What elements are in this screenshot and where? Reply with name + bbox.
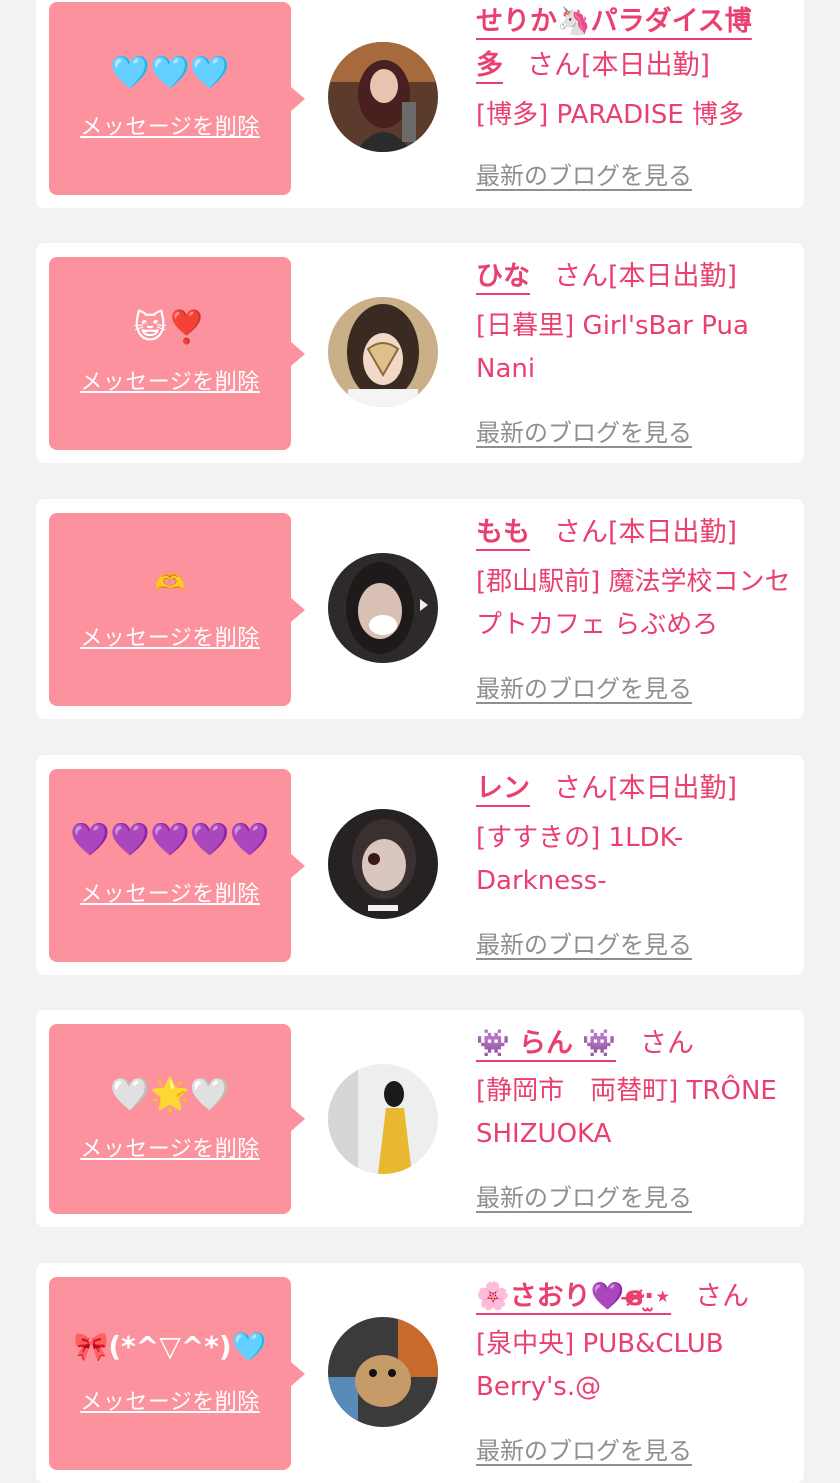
- latest-blog-link[interactable]: 最新のブログを見る: [476, 413, 692, 448]
- shop-name: [泉中央] PUB&CLUB Berry's.@: [476, 1329, 724, 1402]
- favorite-card: 💜💜💜💜💜 メッセージを削除 レン さん[本日出勤] [すすきの] 1LDK-Da…: [36, 755, 804, 975]
- latest-blog-link[interactable]: 最新のブログを見る: [476, 156, 692, 191]
- shop-name: [郡山駅前] 魔法学校コンセプトカフェ らぶめろ: [476, 567, 791, 640]
- avatar[interactable]: [328, 1064, 438, 1174]
- latest-blog-link[interactable]: 最新のブログを見る: [476, 669, 692, 704]
- cast-name-link[interactable]: もも: [476, 517, 530, 548]
- cast-info: 🌸さおり💜ɞ̴̶̷·̫⋆ さん [泉中央] PUB&CLUB Berry's.@: [476, 1275, 796, 1409]
- work-status: [本日出勤]: [608, 773, 738, 804]
- message-emoji: 🤍🌟🤍: [110, 1075, 230, 1113]
- name-suffix: さん: [527, 50, 581, 81]
- avatar[interactable]: [328, 297, 438, 407]
- avatar-photo: [328, 297, 438, 407]
- name-suffix: さん: [554, 773, 608, 804]
- avatar[interactable]: [328, 809, 438, 919]
- favorite-card: 🫶 メッセージを削除 もも さん[本日出勤] [郡山駅前] 魔法学校コンセプトカフ…: [36, 499, 804, 719]
- name-suffix: さん: [695, 1281, 750, 1312]
- name-suffix: さん: [554, 261, 608, 292]
- delete-message-link[interactable]: メッセージを削除: [49, 1384, 291, 1416]
- avatar[interactable]: [328, 42, 438, 152]
- cast-info: ひな さん[本日出勤] [日暮里] Girl'sBar Pua Nani: [476, 255, 796, 391]
- message-bubble: 😺❣️ メッセージを削除: [49, 257, 305, 450]
- avatar[interactable]: [328, 553, 438, 663]
- avatar-photo: [328, 1317, 438, 1427]
- favorite-card: 🎀(*^▽^*)🩵 メッセージを削除 🌸さおり💜ɞ̴̶̷·̫⋆ さん [泉中央] …: [36, 1263, 804, 1483]
- message-emoji: 🩵🩵🩵: [110, 53, 230, 91]
- message-bubble: 🩵🩵🩵 メッセージを削除: [49, 2, 305, 195]
- cast-info: 👾 らん 👾 さん [静岡市 両替町] TRÔNE SHIZUOKA: [476, 1022, 796, 1156]
- message-emoji: 💜💜💜💜💜: [70, 820, 270, 858]
- shop-name: [すすきの] 1LDK-Darkness-: [476, 823, 684, 896]
- latest-blog-link[interactable]: 最新のブログを見る: [476, 1431, 692, 1466]
- shop-name: [博多] PARADISE 博多: [476, 100, 745, 130]
- avatar-photo: [328, 553, 438, 663]
- favorite-card: 🤍🌟🤍 メッセージを削除 👾 らん 👾 さん [静岡市 両替町] TRÔNE SH…: [36, 1010, 804, 1227]
- work-status: [本日出勤]: [608, 517, 738, 548]
- cast-info: もも さん[本日出勤] [郡山駅前] 魔法学校コンセプトカフェ らぶめろ: [476, 511, 796, 647]
- avatar[interactable]: [328, 1317, 438, 1427]
- delete-message-link[interactable]: メッセージを削除: [49, 876, 291, 908]
- name-suffix: さん: [640, 1028, 695, 1059]
- message-bubble: 🤍🌟🤍 メッセージを削除: [49, 1024, 305, 1214]
- work-status: [本日出勤]: [581, 50, 711, 81]
- cast-info: レン さん[本日出勤] [すすきの] 1LDK-Darkness-: [476, 767, 796, 903]
- message-emoji: 🎀(*^▽^*)🩵: [73, 1330, 267, 1363]
- avatar-photo: [328, 1064, 438, 1174]
- shop-name: [日暮里] Girl'sBar Pua Nani: [476, 311, 749, 384]
- cast-name-link[interactable]: レン: [476, 773, 530, 804]
- latest-blog-link[interactable]: 最新のブログを見る: [476, 1178, 692, 1213]
- message-bubble: 🫶 メッセージを削除: [49, 513, 305, 706]
- message-emoji: 🫶: [155, 569, 185, 597]
- message-bubble: 🎀(*^▽^*)🩵 メッセージを削除: [49, 1277, 305, 1470]
- favorite-card: 🩵🩵🩵 メッセージを削除 せりか🦄パラダイス博多 さん[本日出勤] [博多] PA…: [36, 0, 804, 208]
- message-bubble: 💜💜💜💜💜 メッセージを削除: [49, 769, 305, 962]
- cast-name-link[interactable]: 👾 らん 👾: [476, 1028, 616, 1059]
- name-suffix: さん: [554, 517, 608, 548]
- shop-name: [静岡市 両替町] TRÔNE SHIZUOKA: [476, 1076, 777, 1149]
- delete-message-link[interactable]: メッセージを削除: [49, 1131, 291, 1163]
- avatar-photo: [328, 809, 438, 919]
- cast-name-link[interactable]: ひな: [476, 261, 530, 292]
- delete-message-link[interactable]: メッセージを削除: [49, 620, 291, 652]
- avatar-photo: [328, 42, 438, 152]
- latest-blog-link[interactable]: 最新のブログを見る: [476, 925, 692, 960]
- work-status: [本日出勤]: [608, 261, 738, 292]
- favorite-card: 😺❣️ メッセージを削除 ひな さん[本日出勤] [日暮里] Girl'sBar …: [36, 243, 804, 463]
- delete-message-link[interactable]: メッセージを削除: [49, 364, 291, 396]
- cast-info: せりか🦄パラダイス博多 さん[本日出勤] [博多] PARADISE 博多: [476, 0, 796, 137]
- cast-name-link[interactable]: 🌸さおり💜ɞ̴̶̷·̫⋆: [476, 1281, 671, 1312]
- delete-message-link[interactable]: メッセージを削除: [49, 109, 291, 141]
- message-emoji: 😺❣️: [133, 308, 207, 346]
